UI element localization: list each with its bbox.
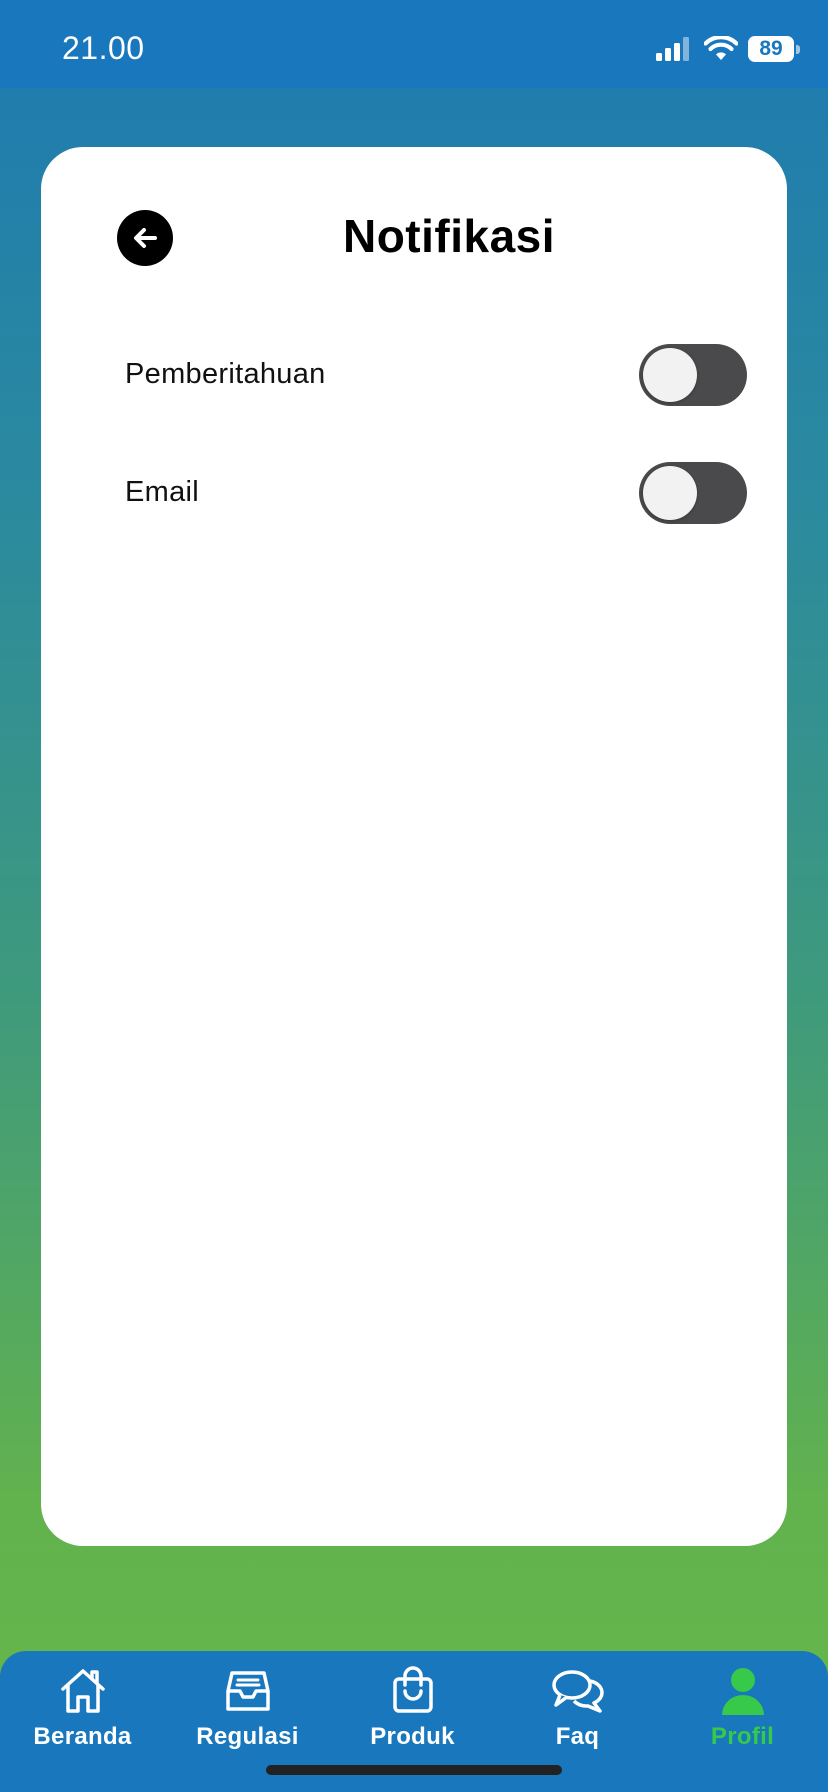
battery-indicator: 89 (748, 36, 800, 62)
toggle-knob (643, 466, 697, 520)
tab-label: Produk (370, 1723, 455, 1750)
shopping-bag-icon (392, 1666, 433, 1713)
setting-row-pemberitahuan: Pemberitahuan (125, 344, 747, 408)
user-icon (721, 1668, 764, 1715)
tab-label: Profil (710, 1723, 775, 1750)
tab-label: Faq (555, 1723, 600, 1750)
tab-label: Regulasi (196, 1723, 299, 1750)
cellular-signal-icon (656, 37, 689, 61)
toggle-knob (643, 348, 697, 402)
setting-label: Email (125, 476, 200, 508)
status-time: 21.00 (62, 30, 145, 66)
email-toggle[interactable] (639, 462, 747, 524)
battery-level: 89 (759, 37, 783, 60)
notification-settings-card: Notifikasi Pemberitahuan Email (41, 147, 787, 1546)
page-title: Notifikasi (342, 210, 556, 262)
status-icons: 89 (656, 32, 800, 66)
home-icon (60, 1669, 105, 1713)
tab-produk[interactable]: Produk (330, 1665, 495, 1765)
setting-row-email: Email (125, 462, 747, 526)
setting-label: Pemberitahuan (125, 358, 326, 390)
tab-label: Beranda (33, 1723, 132, 1750)
pemberitahuan-toggle[interactable] (639, 344, 747, 406)
inbox-icon (225, 1671, 270, 1711)
tab-beranda[interactable]: Beranda (0, 1665, 165, 1765)
tab-faq[interactable]: Faq (495, 1665, 660, 1765)
tab-regulasi[interactable]: Regulasi (165, 1665, 330, 1765)
tab-profil[interactable]: Profil (660, 1665, 825, 1765)
home-indicator (266, 1765, 562, 1775)
chat-bubbles-icon (551, 1670, 604, 1713)
status-bar: 21.00 89 (0, 0, 828, 88)
wifi-icon (704, 36, 738, 60)
